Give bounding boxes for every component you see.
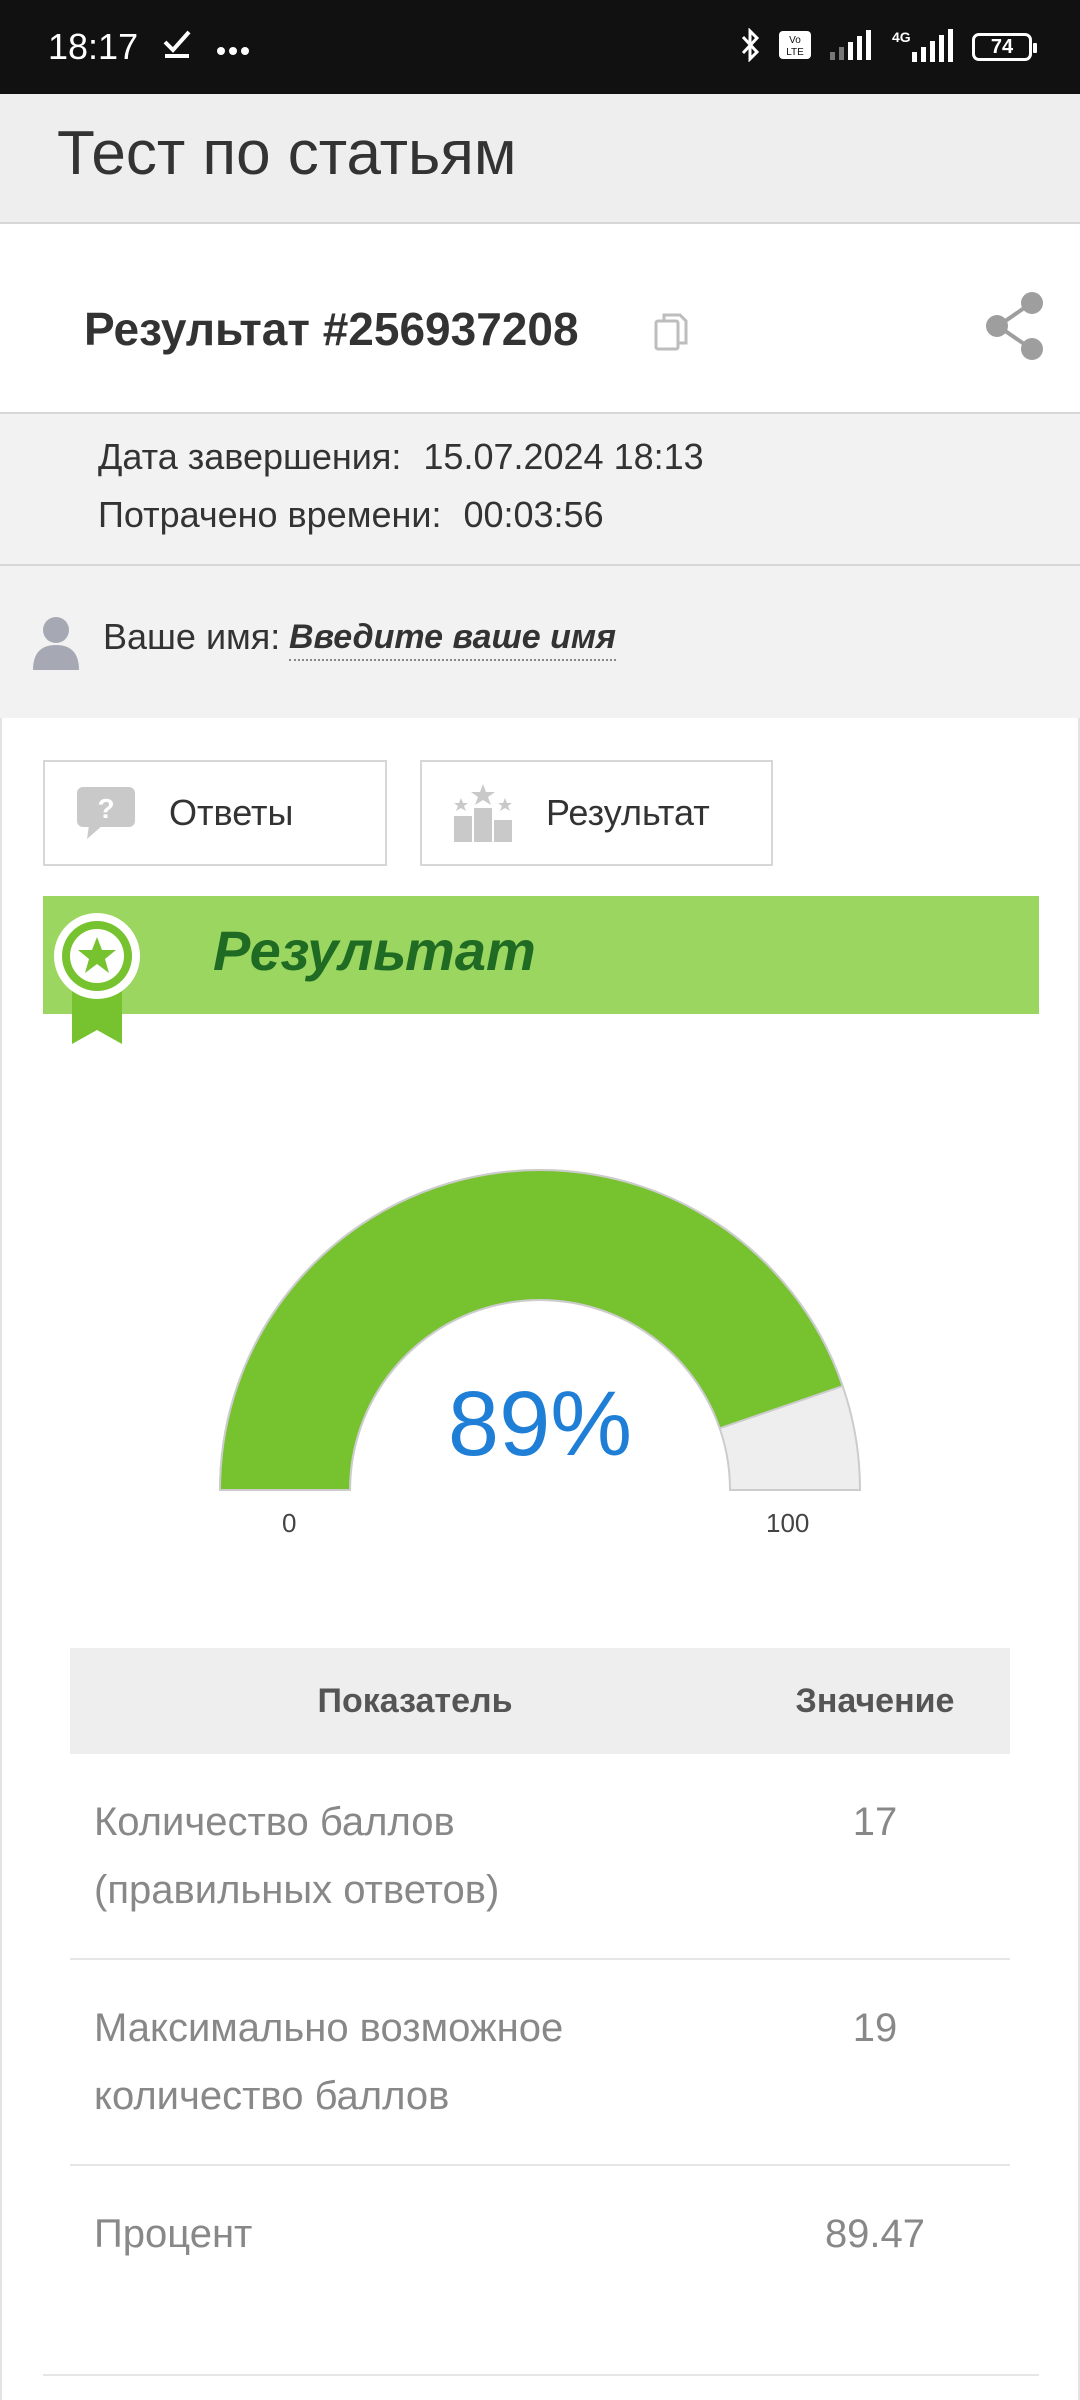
- row-label-line: (правильных ответов): [94, 1868, 500, 1912]
- column-header-indicator: Показатель: [317, 1681, 513, 1720]
- volte-icon: Vo LTE: [778, 30, 812, 65]
- tab-answers-label: Ответы: [169, 792, 294, 833]
- svg-text:4G: 4G: [892, 29, 911, 45]
- more-dots-icon: [216, 30, 250, 64]
- status-bar: 18:17 Vo LTE 4G 74: [0, 0, 1080, 94]
- column-header-value: Значение: [795, 1681, 955, 1720]
- row-label: Процент: [94, 2212, 253, 2256]
- name-input[interactable]: Введите ваше имя: [289, 618, 617, 661]
- finish-date-label: Дата завершения:: [98, 436, 402, 477]
- copy-icon[interactable]: [654, 312, 688, 357]
- svg-text:LTE: LTE: [786, 47, 804, 58]
- row-value: 17: [740, 1754, 1010, 1960]
- result-banner: Результат: [43, 896, 1039, 1014]
- page-title: Тест по статьям: [57, 119, 517, 188]
- meta-info: Дата завершения: 15.07.2024 18:13 Потраче…: [0, 414, 1080, 566]
- signal-icon: [828, 29, 874, 65]
- table-row: Максимально возможное количество баллов …: [70, 1959, 1010, 2166]
- banner-title: Результат: [213, 919, 536, 982]
- gauge-min-label: 0: [282, 1508, 297, 1538]
- gauge-percent: 89%: [447, 1373, 633, 1475]
- table-row: Количество баллов (правильных ответов) 1…: [70, 1754, 1010, 1960]
- podium-icon: [452, 784, 514, 842]
- row-label-line: Количество баллов: [94, 1800, 455, 1844]
- page-header: Тест по статьям: [0, 94, 1080, 224]
- question-bubble-icon: ?: [75, 785, 137, 841]
- name-label: Ваше имя:: [103, 616, 281, 657]
- check-icon: [162, 28, 192, 66]
- card-bottom-divider: [43, 2374, 1039, 2376]
- name-row: Ваше имя: Введите ваше имя: [0, 566, 1080, 718]
- share-icon[interactable]: [984, 290, 1046, 367]
- row-label-line: Максимально возможное: [94, 2006, 564, 2050]
- table-header-row: Показатель Значение: [70, 1648, 1010, 1754]
- bluetooth-icon: [740, 26, 762, 67]
- finish-date-line: Дата завершения: 15.07.2024 18:13: [98, 436, 704, 478]
- user-icon: [30, 614, 82, 675]
- stats-table: Показатель Значение Количество баллов (п…: [70, 1648, 1010, 2302]
- svg-text:Vo: Vo: [789, 35, 801, 46]
- time-spent-line: Потрачено времени: 00:03:56: [98, 494, 604, 536]
- signal-4g-icon: 4G: [890, 28, 956, 67]
- result-header: Результат #256937208: [0, 224, 1080, 414]
- result-title: Результат #256937208: [84, 303, 579, 355]
- row-label-line: количество баллов: [94, 2074, 450, 2118]
- tab-result-label: Результат: [546, 792, 710, 833]
- award-ribbon-icon: [52, 912, 142, 1051]
- finish-date-value: 15.07.2024 18:13: [423, 436, 704, 477]
- table-row: Процент 89.47: [70, 2165, 1010, 2302]
- time-spent-label: Потрачено времени:: [98, 494, 442, 535]
- battery-icon: 74: [972, 33, 1037, 61]
- svg-text:?: ?: [97, 793, 114, 824]
- row-value: 89.47: [824, 2212, 926, 2256]
- row-label: Количество баллов (правильных ответов): [70, 1754, 740, 1960]
- tab-answers[interactable]: ? Ответы: [43, 760, 387, 866]
- time-spent-value: 00:03:56: [463, 494, 604, 535]
- gauge-max-label: 100: [766, 1508, 810, 1538]
- row-value: 19: [740, 1959, 1010, 2166]
- row-label: Максимально возможное количество баллов: [70, 1959, 740, 2166]
- status-time: 18:17: [48, 26, 139, 67]
- tab-result[interactable]: Результат: [420, 760, 773, 866]
